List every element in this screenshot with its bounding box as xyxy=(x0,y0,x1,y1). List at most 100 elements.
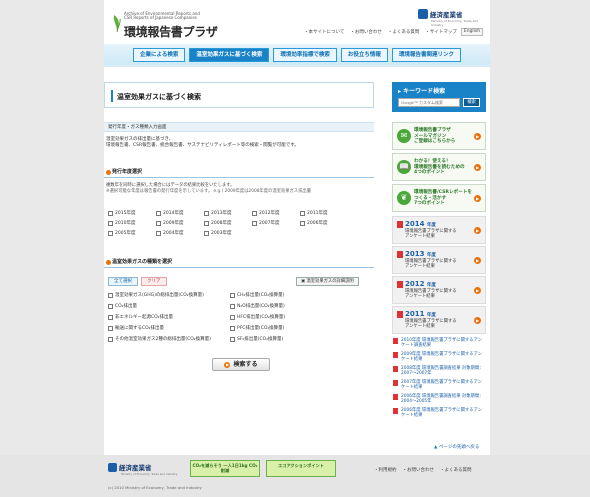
sidebar-link[interactable]: 2006年度 環境報告書調査結果 対象期間：2004～2005年 xyxy=(392,394,486,404)
arrow-right-icon: ▶ xyxy=(474,227,481,234)
header-link-faq[interactable]: ・よくある質問 xyxy=(388,29,420,35)
nav-related-links[interactable]: 環境報告書関連リンク xyxy=(391,48,461,62)
sidebar-survey-2013[interactable]: 2013 年度 環境報告書プラザに関する アンケート結果 ▶ xyxy=(392,246,486,274)
gas-detail-button[interactable]: ▣ 温室効果ガスの詳細説明 xyxy=(296,277,359,286)
checkbox[interactable] xyxy=(300,220,305,226)
checkbox[interactable] xyxy=(108,303,113,309)
checkbox[interactable] xyxy=(204,230,209,236)
gas-option[interactable]: PFC排出量(CO₂換算量) xyxy=(230,325,352,331)
sidebar-card-making-points[interactable]: ❦ 環境報告書/CSRレポートを つくる・活かす 7つのポイント ▶ xyxy=(392,184,486,212)
year-option[interactable]: 2015年度 xyxy=(108,210,156,216)
sidebar-link[interactable]: 2009年度 環境報告書プラザに関するアンケート結果 xyxy=(392,352,486,362)
checkbox[interactable] xyxy=(156,220,161,226)
year-option[interactable]: 2013年度 xyxy=(204,210,252,216)
sidebar-link[interactable]: 2008年度 環境報告書調査結果 対象期間：2007～2007年 xyxy=(392,366,486,376)
footer-link-contact[interactable]: ・お問い合わせ xyxy=(403,467,435,473)
year-option[interactable]: 2005年度 xyxy=(108,230,156,236)
checkbox[interactable] xyxy=(300,210,305,216)
checkbox[interactable] xyxy=(108,325,113,331)
sidebar-card-mail-magazine[interactable]: ✉ 環境報告書プラザ メールマガジン ご登録はこちらから ▶ xyxy=(392,122,486,150)
sidebar-link-text: 2006年度 環境報告書調査結果 対象期間：2004～2005年 xyxy=(401,394,484,404)
gas-option[interactable]: CO₂排出量 xyxy=(108,303,230,309)
checkbox[interactable] xyxy=(108,230,113,236)
checkbox[interactable] xyxy=(252,220,257,226)
gas-option[interactable]: CH₄排出量(CO₂換算量) xyxy=(230,292,352,298)
english-button[interactable]: English xyxy=(461,28,483,36)
footer-banner-eco-action[interactable]: エコアクションポイント xyxy=(266,460,336,477)
year-option[interactable]: 2006年度 xyxy=(300,220,348,226)
sidebar-survey-2014[interactable]: 2014 年度 環境報告書プラザに関する アンケート結果 ▶ xyxy=(392,216,486,244)
footer-links: ・利用規約 ・お問い合わせ ・よくある質問 xyxy=(374,467,472,473)
footer-link-terms[interactable]: ・利用規約 xyxy=(374,467,397,473)
gas-option[interactable]: その他温室効果ガス2種の総排出量(CO₂換算量) xyxy=(108,336,230,342)
nav-useful-info[interactable]: お役立ち情報 xyxy=(340,48,388,62)
gas-option[interactable]: HFC排出量(CO₂換算量) xyxy=(230,314,352,320)
checkbox[interactable] xyxy=(108,314,113,320)
gas-label: その他温室効果ガス2種の総排出量(CO₂換算量) xyxy=(115,337,211,342)
checkbox[interactable] xyxy=(156,230,161,236)
checkbox[interactable] xyxy=(230,314,235,320)
page-top-link[interactable]: ▲ ページの先頭へ戻る xyxy=(434,444,479,450)
search-button[interactable]: ▶ 検索する xyxy=(212,358,270,371)
checkbox[interactable] xyxy=(252,210,257,216)
gas-option[interactable]: SF₆排出量(CO₂換算量) xyxy=(230,336,352,342)
header-link-about[interactable]: ・本サイトについて xyxy=(304,29,344,35)
checkbox[interactable] xyxy=(108,220,113,226)
footer-link-faq[interactable]: ・よくある質問 xyxy=(440,467,472,473)
checkbox[interactable] xyxy=(108,292,113,298)
checkbox[interactable] xyxy=(230,303,235,309)
card-line: 4つのポイント xyxy=(414,170,445,175)
title-accent xyxy=(111,90,113,102)
pdf-icon xyxy=(393,394,398,400)
keyword-search-input[interactable] xyxy=(398,98,460,107)
year-label: 2007年度 xyxy=(259,221,280,226)
sidebar-survey-2012[interactable]: 2012 年度 環境報告書プラザに関する アンケート結果 ▶ xyxy=(392,276,486,304)
site-logo-title[interactable]: 環境報告書プラザ xyxy=(124,23,218,40)
meti-logo[interactable]: 経済産業省 xyxy=(418,9,463,19)
gas-option[interactable]: 輸送に関するCO₂排出量 xyxy=(108,325,230,331)
year-option[interactable]: 2003年度 xyxy=(204,230,252,236)
checkbox[interactable] xyxy=(108,210,113,216)
year-option[interactable]: 2004年度 xyxy=(156,230,204,236)
sidebar-link-text: 2009年度 環境報告書プラザに関するアンケート結果 xyxy=(401,352,482,362)
checkbox[interactable] xyxy=(230,325,235,331)
checkbox[interactable] xyxy=(204,220,209,226)
nav-company-search[interactable]: 企業による検索 xyxy=(133,48,186,62)
nav-efficiency-search[interactable]: 環境効率指標で検索 xyxy=(273,48,337,62)
gas-label: 温室効果ガス(GHG)の総排出量(CO₂換算量) xyxy=(115,293,204,298)
checkbox[interactable] xyxy=(156,210,161,216)
sidebar-link[interactable]: 2006年度 環境報告書プラザに関するアンケート結果 xyxy=(392,408,486,418)
nav-ghg-search[interactable]: 温室効果ガスに基づく検索 xyxy=(189,48,270,62)
checkbox[interactable] xyxy=(108,336,113,342)
gas-option[interactable]: 非エネルギー起源CO₂排出量 xyxy=(108,314,230,320)
year-option[interactable]: 2014年度 xyxy=(156,210,204,216)
footer-banner-co2[interactable]: CO₂を減らそう 一人1日1kg CO₂削減 xyxy=(190,460,260,477)
year-option[interactable]: 2011年度 xyxy=(300,210,348,216)
checkbox[interactable] xyxy=(230,336,235,342)
footer-meti-logo[interactable]: 経済産業省 xyxy=(108,462,152,472)
checkbox[interactable] xyxy=(204,210,209,216)
pdf-icon xyxy=(393,380,398,386)
year-option[interactable]: 2010年度 xyxy=(108,220,156,226)
gas-option[interactable]: N₂O排出量(CO₂換算量) xyxy=(230,303,352,309)
year-option[interactable]: 2009年度 xyxy=(156,220,204,226)
sidebar-link[interactable]: 2010年度 環境報告書プラザに関するアンケート調査結果 xyxy=(392,338,486,348)
year-option[interactable]: 2007年度 xyxy=(252,220,300,226)
step-label: 発行年度・ガス種類入力画面 xyxy=(104,122,374,132)
year-option[interactable]: 2012年度 xyxy=(252,210,300,216)
header-link-sitemap[interactable]: ・サイトマップ xyxy=(425,29,457,35)
sidebar-survey-2011[interactable]: 2011 年度 環境報告書プラザに関する アンケート結果 ▶ xyxy=(392,306,486,334)
sidebar-link[interactable]: 2007年度 環境報告書プラザに関するアンケート結果 xyxy=(392,380,486,390)
sidebar-card-reading-points[interactable]: 📖 わかる！使える！ 環境報告書を読むための 4つのポイント ▶ xyxy=(392,153,486,181)
keyword-search-button[interactable]: 検索 xyxy=(463,98,480,107)
header-link-contact[interactable]: ・お問い合わせ xyxy=(350,29,382,35)
card-line: 環境報告書/CSRレポートを xyxy=(414,190,472,195)
checkbox[interactable] xyxy=(230,292,235,298)
year-option[interactable]: 2008年度 xyxy=(204,220,252,226)
year-checkbox-grid: 2015年度 2014年度 2013年度 2012年度 2011年度 2010年… xyxy=(108,210,348,236)
select-all-button[interactable]: 全て選択 xyxy=(108,277,138,286)
search-icon: ▸ xyxy=(398,88,402,95)
clear-button[interactable]: クリア xyxy=(141,277,167,286)
survey-line: アンケート結果 xyxy=(405,294,435,299)
gas-option[interactable]: 温室効果ガス(GHG)の総排出量(CO₂換算量) xyxy=(108,292,230,298)
